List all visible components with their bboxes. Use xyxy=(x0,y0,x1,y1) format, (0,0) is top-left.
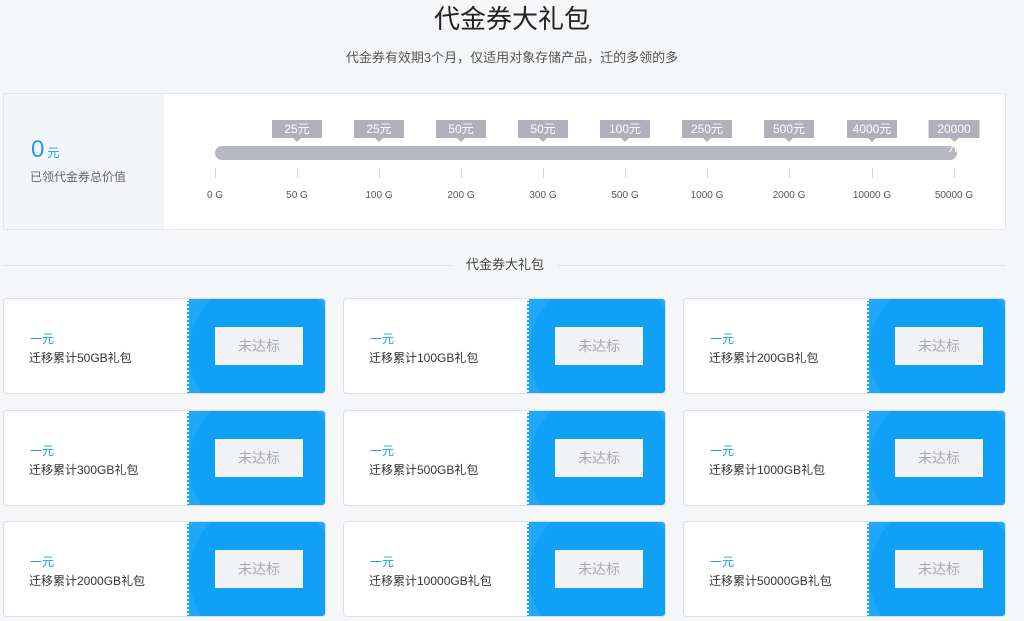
coupon-card: 一元 迁移累计100GB礼包 未达标 xyxy=(343,298,666,394)
tick-label: 200 G xyxy=(447,190,475,201)
claim-button[interactable]: 未达标 xyxy=(215,550,303,588)
total-value-unit: 元 xyxy=(47,146,60,160)
coupon-card: 一元 迁移累计50000GB礼包 未达标 xyxy=(683,521,1006,617)
coupon-stub: 未达标 xyxy=(867,411,1005,505)
coupon-stub: 未达标 xyxy=(527,522,665,616)
coupon-stub: 未达标 xyxy=(187,299,325,393)
total-value-number: 0 xyxy=(31,136,45,163)
coupon-description: 迁移累计100GB礼包 xyxy=(369,351,479,365)
tick-label: 10000 G xyxy=(852,190,892,201)
reward-badge: 100元 xyxy=(600,120,650,142)
coupon-stub: 未达标 xyxy=(187,522,325,616)
tick-mark xyxy=(625,168,626,178)
coupon-amount: 一元 xyxy=(370,332,395,346)
tick-mark xyxy=(297,168,298,178)
coupon-stub: 未达标 xyxy=(187,411,325,505)
coupon-description: 迁移累计500GB礼包 xyxy=(369,463,479,477)
tick-label: 500 G xyxy=(611,190,639,201)
section-title: 代金券大礼包 xyxy=(452,256,558,274)
page-subtitle: 代金券有效期3个月，仅适用对象存储产品，迁的多领的多 xyxy=(345,50,679,65)
coupon-description: 迁移累计1000GB礼包 xyxy=(709,463,826,477)
claim-button[interactable]: 未达标 xyxy=(895,439,983,477)
coupon-description: 迁移累计10000GB礼包 xyxy=(369,574,492,588)
tick-mark xyxy=(707,168,708,178)
tick-mark xyxy=(379,168,380,178)
coupon-description: 迁移累计2000GB礼包 xyxy=(29,574,146,588)
tick-mark xyxy=(215,168,216,178)
reward-badge: 500元 xyxy=(764,120,814,142)
coupon-description: 迁移累计200GB礼包 xyxy=(709,351,819,365)
progress-panel: 0元 已领代金券总价值 25元 25元 50元 50元 100元 250元 50… xyxy=(3,93,1006,230)
reward-badge: 50元 xyxy=(518,120,568,142)
coupon-amount: 一元 xyxy=(710,444,735,458)
tick-label: 2000 G xyxy=(772,190,806,201)
coupon-amount: 一元 xyxy=(30,444,55,458)
coupon-description: 迁移累计300GB礼包 xyxy=(29,463,139,477)
tick-mark xyxy=(543,168,544,178)
reward-badge: 4000元 xyxy=(847,120,897,142)
coupon-stub: 未达标 xyxy=(867,522,1005,616)
coupon-amount: 一元 xyxy=(710,555,735,569)
coupon-card: 一元 迁移累计500GB礼包 未达标 xyxy=(343,410,666,506)
coupon-amount: 一元 xyxy=(30,555,55,569)
coupon-stub: 未达标 xyxy=(527,411,665,505)
reward-badge: 20000元 xyxy=(928,120,980,154)
coupon-stub: 未达标 xyxy=(867,299,1005,393)
claim-button[interactable]: 未达标 xyxy=(895,327,983,365)
coupon-description: 迁移累计50GB礼包 xyxy=(29,351,132,365)
coupon-card: 一元 迁移累计1000GB礼包 未达标 xyxy=(683,410,1006,506)
coupon-description: 迁移累计50000GB礼包 xyxy=(709,574,832,588)
tick-mark xyxy=(954,168,955,178)
coupon-card: 一元 迁移累计10000GB礼包 未达标 xyxy=(343,521,666,617)
progress-track xyxy=(215,146,957,160)
tick-label: 100 G xyxy=(365,190,393,201)
claim-button[interactable]: 未达标 xyxy=(215,439,303,477)
claim-button[interactable]: 未达标 xyxy=(895,550,983,588)
coupon-card: 一元 迁移累计2000GB礼包 未达标 xyxy=(3,521,326,617)
claim-button[interactable]: 未达标 xyxy=(555,327,643,365)
claim-button[interactable]: 未达标 xyxy=(555,439,643,477)
page-title: 代金券大礼包 xyxy=(433,4,590,34)
reward-badge: 50元 xyxy=(436,120,486,142)
tick-label: 1000 G xyxy=(690,190,724,201)
reward-badge: 250元 xyxy=(682,120,732,142)
claim-button[interactable]: 未达标 xyxy=(215,327,303,365)
total-value-box: 0元 已领代金券总价值 xyxy=(4,94,164,229)
coupon-amount: 一元 xyxy=(710,332,735,346)
reward-badge: 25元 xyxy=(272,120,322,142)
coupon-card: 一元 迁移累计50GB礼包 未达标 xyxy=(3,298,326,394)
coupon-amount: 一元 xyxy=(30,332,55,346)
tick-label: 50000 G xyxy=(934,190,974,201)
tick-mark xyxy=(872,168,873,178)
claim-button[interactable]: 未达标 xyxy=(555,550,643,588)
tick-label: 0 G xyxy=(206,190,224,201)
reward-badge: 25元 xyxy=(354,120,404,142)
coupon-card: 一元 迁移累计200GB礼包 未达标 xyxy=(683,298,1006,394)
coupon-stub: 未达标 xyxy=(527,299,665,393)
tick-label: 50 G xyxy=(286,190,308,201)
total-value-label: 已领代金券总价值 xyxy=(30,170,127,184)
tick-mark xyxy=(461,168,462,178)
tick-mark xyxy=(789,168,790,178)
coupon-card: 一元 迁移累计300GB礼包 未达标 xyxy=(3,410,326,506)
total-value: 0元 xyxy=(31,136,59,164)
coupon-amount: 一元 xyxy=(370,555,395,569)
tick-label: 300 G xyxy=(529,190,557,201)
coupon-amount: 一元 xyxy=(370,444,395,458)
